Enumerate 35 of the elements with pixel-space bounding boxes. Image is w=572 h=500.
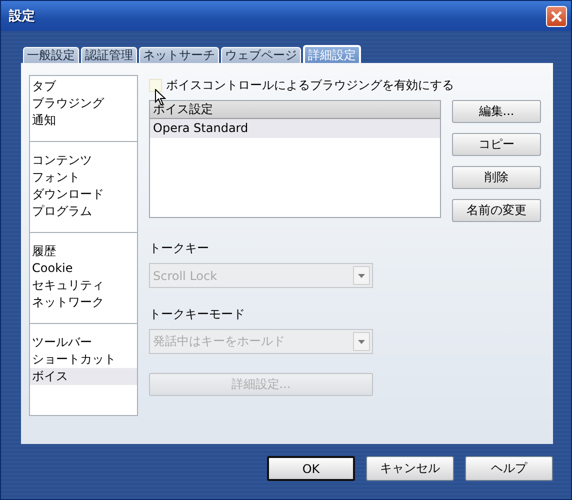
dropdown-arrow-icon xyxy=(358,274,365,278)
close-icon xyxy=(550,10,563,22)
sidebar-item[interactable]: コンテンツ xyxy=(30,152,137,169)
dialog-button[interactable]: キャンセル xyxy=(366,456,454,481)
checkbox-label: ボイスコントロールによるブラウジングを有効にする xyxy=(166,76,454,94)
sidebar-item[interactable]: Cookie xyxy=(30,260,137,277)
dropdown-arrow-icon xyxy=(358,340,365,344)
list-button[interactable]: 名前の変更 xyxy=(452,199,541,222)
tab[interactable]: 認証管理 xyxy=(81,47,137,63)
sidebar-item[interactable]: フォント xyxy=(30,169,137,186)
sidebar-item[interactable]: タブ xyxy=(30,78,137,95)
list-button[interactable]: 編集... xyxy=(452,100,541,123)
dialog-button[interactable]: OK xyxy=(267,456,355,481)
field-label: トークキーモード xyxy=(149,306,246,323)
sidebar-item[interactable]: ダウンロード xyxy=(30,186,137,203)
sidebar-item[interactable]: ブラウジング xyxy=(30,95,137,112)
sidebar-item[interactable]: プログラム xyxy=(30,203,137,220)
field-label: トークキー xyxy=(149,240,210,257)
sidebar-item[interactable]: ツールバー xyxy=(30,334,137,351)
list-row[interactable]: Opera Standard xyxy=(150,119,440,138)
tab[interactable]: 一般設定 xyxy=(23,47,79,63)
column-header: ボイス設定 xyxy=(150,101,440,119)
sidebar-item[interactable]: 履歴 xyxy=(30,243,137,260)
dialog-button[interactable]: ヘルプ xyxy=(465,456,553,481)
sidebar-item[interactable]: ボイス xyxy=(30,368,137,385)
list-button[interactable]: コピー xyxy=(452,133,541,156)
sidebar-item[interactable]: 通知 xyxy=(30,112,137,129)
sidebar-item[interactable]: セキュリティ xyxy=(30,277,137,294)
tab[interactable]: ネットサーチ xyxy=(139,47,219,63)
window-title: 設定 xyxy=(9,8,35,25)
tab[interactable]: ウェブページ xyxy=(221,47,301,63)
close-button[interactable] xyxy=(546,6,567,26)
sidebar-item[interactable]: ネットワーク xyxy=(30,294,137,311)
list-button[interactable]: 削除 xyxy=(452,166,541,189)
sidebar-item[interactable]: ショートカット xyxy=(30,351,137,368)
